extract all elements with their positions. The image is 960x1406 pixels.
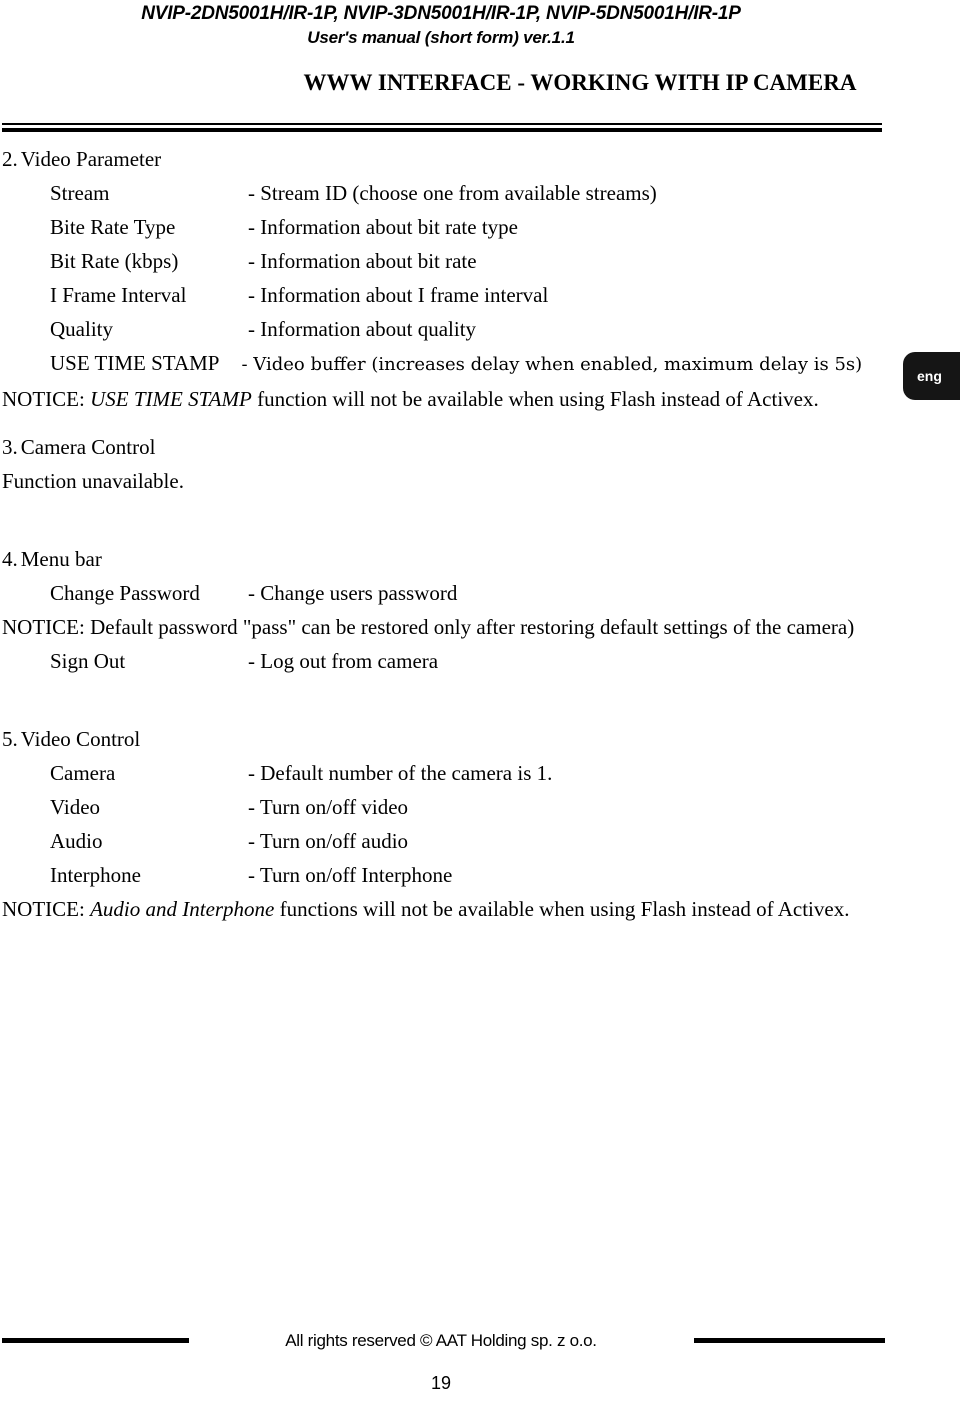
param-row: Bite Rate Type - Information about bit r… (0, 210, 960, 244)
param-row: Quality - Information about quality (0, 312, 960, 346)
param-description: - Turn on/off audio (248, 829, 409, 853)
notice-italic-term: Audio and Interphone (90, 897, 275, 921)
param-label: Bit Rate (kbps) (50, 249, 179, 273)
section-heading-video-control: 5. Video Control (0, 722, 960, 756)
param-description: - Change users password (248, 581, 458, 605)
param-description: - Information about bit rate type (248, 215, 518, 239)
param-label: Bite Rate Type (50, 215, 176, 239)
param-label: Audio (50, 829, 103, 853)
section-number: 5. (2, 727, 18, 751)
section-number: 4. (2, 547, 18, 571)
document-page: NVIP-2DN5001H/IR-1P, NVIP-3DN5001H/IR-1P… (0, 0, 960, 1406)
section-title-text: Menu bar (20, 547, 102, 571)
param-label: Sign Out (50, 649, 126, 673)
section-title-text: Video Control (20, 727, 141, 751)
camera-control-body: Function unavailable. (2, 469, 184, 493)
param-row: Sign Out - Log out from camera (0, 644, 960, 678)
page-number: 19 (430, 1373, 452, 1393)
param-description: - Turn on/off Interphone (248, 863, 453, 887)
param-description: - Information about bit rate (248, 249, 477, 273)
param-description: - Turn on/off video (248, 795, 409, 819)
param-label: Stream (50, 181, 110, 205)
notice-use-time-stamp: NOTICE: USE TIME STAMP function will not… (0, 382, 960, 416)
manual-version-line: User's manual (short form) ver.1.1 (307, 28, 575, 47)
section-number: 3. (2, 435, 18, 459)
param-description: - Log out from camera (248, 649, 439, 673)
notice-prefix: NOTICE: (2, 387, 91, 411)
section-heading-menu-bar: 4. Menu bar (0, 542, 960, 576)
param-row: USE TIME STAMP - Video buffer (increases… (0, 346, 960, 382)
param-row: I Frame Interval - Information about I f… (0, 278, 960, 312)
param-row: Change Password - Change users password (0, 576, 960, 610)
footer-copyright: All rights reserved © AAT Holding sp. z … (285, 1331, 597, 1350)
notice-default-password: NOTICE: Default password "pass" can be r… (2, 615, 855, 639)
notice-suffix: functions will not be available when usi… (274, 897, 850, 921)
notice-italic-term: USE TIME STAMP (90, 387, 252, 411)
param-row: Stream - Stream ID (choose one from avai… (0, 176, 960, 210)
section-heading-video-parameter: 2. Video Parameter (0, 142, 960, 176)
notice-audio-interphone: NOTICE: Audio and Interphone functions w… (0, 892, 960, 926)
param-description: - Information about quality (248, 317, 477, 341)
model-numbers-line: NVIP-2DN5001H/IR-1P, NVIP-3DN5001H/IR-1P… (141, 3, 741, 24)
header-rule-thick (2, 128, 882, 132)
param-row: Video - Turn on/off video (0, 790, 960, 824)
param-label: Change Password (50, 581, 200, 605)
param-description: - Default number of the camera is 1. (248, 761, 553, 785)
notice-suffix: function will not be available when usin… (251, 387, 819, 411)
param-row: Audio - Turn on/off audio (0, 824, 960, 858)
section-title-text: Video Parameter (20, 147, 162, 171)
param-label: USE TIME STAMP (50, 351, 220, 375)
param-label: Video (50, 795, 101, 819)
notice-prefix: NOTICE: (2, 897, 91, 921)
document-header: NVIP-2DN5001H/IR-1P, NVIP-3DN5001H/IR-1P… (0, 2, 882, 50)
header-rule-thin (2, 123, 882, 125)
param-description: - Information about I frame interval (248, 283, 549, 307)
param-row: Interphone - Turn on/off Interphone (0, 858, 960, 892)
param-row: Camera - Default number of the camera is… (0, 756, 960, 790)
param-label: I Frame Interval (50, 283, 187, 307)
param-label: Quality (50, 317, 113, 341)
param-description: - Stream ID (choose one from available s… (248, 181, 657, 205)
param-label: Interphone (50, 863, 141, 887)
param-label: Camera (50, 761, 116, 785)
section-number: 2. (2, 147, 18, 171)
param-row: Bit Rate (kbps) - Information about bit … (0, 244, 960, 278)
document-content: 2. Video Parameter Stream - Stream ID (ch… (0, 142, 960, 926)
page-title: WWW INTERFACE - WORKING WITH IP CAMERA (303, 70, 857, 95)
section-heading-camera-control: 3. Camera Control (0, 430, 960, 464)
param-description: - Video buffer (increases delay when ena… (241, 354, 863, 375)
section-title-text: Camera Control (20, 435, 156, 459)
